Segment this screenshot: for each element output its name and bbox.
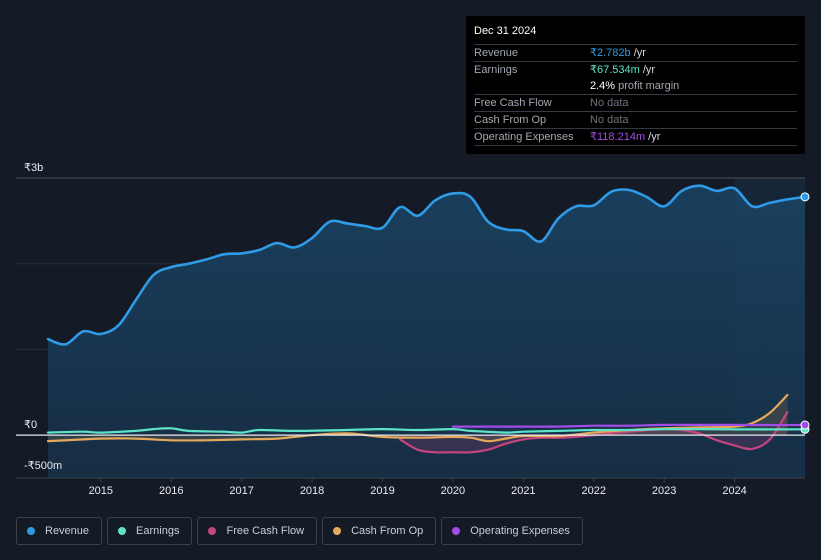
cash-from-op-dot-icon (333, 527, 342, 535)
tooltip-value: No data (590, 114, 629, 126)
tooltip-label: Earnings (474, 64, 518, 76)
tooltip-row-free-cash-flow: Free Cash Flow No data (474, 94, 797, 111)
x-tick-label: 2016 (159, 485, 183, 497)
x-tick-label: 2015 (89, 485, 113, 497)
legend-label: Operating Expenses (470, 525, 570, 537)
legend-label: Free Cash Flow (226, 525, 305, 537)
y-tick-label: -₹500m (24, 460, 62, 472)
x-tick-label: 2022 (582, 485, 606, 497)
tooltip-label: Operating Expenses (474, 131, 574, 143)
y-tick-label: ₹3b (24, 162, 43, 174)
tooltip-value: ₹2.782b (590, 47, 631, 59)
legend-item-earnings[interactable]: Earnings (107, 517, 193, 545)
legend-label: Cash From Op (351, 525, 424, 537)
tooltip-date: Dec 31 2024 (474, 25, 537, 37)
tooltip-row-revenue: Revenue ₹2.782b /yr (474, 44, 797, 61)
tooltip-value: 2.4% (590, 80, 616, 92)
tooltip-row-operating-expenses: Operating Expenses ₹118.214m /yr (474, 128, 797, 145)
x-tick-label: 2019 (370, 485, 394, 497)
tooltip-label: Free Cash Flow (474, 97, 552, 109)
tooltip-unit: profit margin (615, 80, 680, 92)
tooltip-value: ₹67.534m (590, 64, 640, 76)
x-tick-label: 2018 (300, 485, 324, 497)
x-tick-label: 2020 (441, 485, 465, 497)
x-tick-label: 2017 (229, 485, 253, 497)
revenue-dot-icon (27, 527, 35, 535)
tooltip-unit: /yr (630, 47, 646, 59)
tooltip-unit: /yr (645, 131, 661, 143)
operating-expenses-end-marker (800, 420, 810, 430)
legend-label: Revenue (45, 525, 90, 537)
tooltip-row-earnings: Earnings ₹67.534m /yr (474, 61, 797, 78)
tooltip-label: Revenue (474, 47, 519, 59)
tooltip-panel: Dec 31 2024 Revenue ₹2.782b /yr Earnings… (466, 16, 805, 154)
tooltip-label: Cash From Op (474, 114, 547, 126)
legend-label: Earnings (136, 525, 180, 537)
y-tick-label: ₹0 (24, 419, 37, 431)
legend-item-operating-expenses[interactable]: Operating Expenses (441, 517, 583, 545)
legend-item-revenue[interactable]: Revenue (16, 517, 103, 545)
x-tick-label: 2023 (652, 485, 676, 497)
x-tick-label: 2024 (722, 485, 746, 497)
tooltip-unit: /yr (639, 64, 656, 76)
tooltip-value: No data (590, 97, 629, 109)
tooltip-label (474, 78, 590, 94)
legend-item-cash-from-op[interactable]: Cash From Op (322, 517, 437, 545)
tooltip-row-cash-from-op: Cash From Op No data (474, 111, 797, 128)
free-cash-flow-dot-icon (208, 527, 217, 535)
earnings-dot-icon (118, 527, 127, 535)
tooltip-row-profit-margin: 2.4% profit margin (474, 78, 797, 94)
tooltip-divider (474, 145, 797, 146)
operating-expenses-dot-icon (452, 527, 461, 535)
revenue-end-marker (800, 192, 810, 202)
x-tick-label: 2021 (511, 485, 535, 497)
tooltip-value: ₹118.214m (590, 131, 646, 143)
legend-item-free-cash-flow[interactable]: Free Cash Flow (197, 517, 318, 545)
legend: Revenue Earnings Free Cash Flow Cash Fro… (16, 517, 583, 545)
